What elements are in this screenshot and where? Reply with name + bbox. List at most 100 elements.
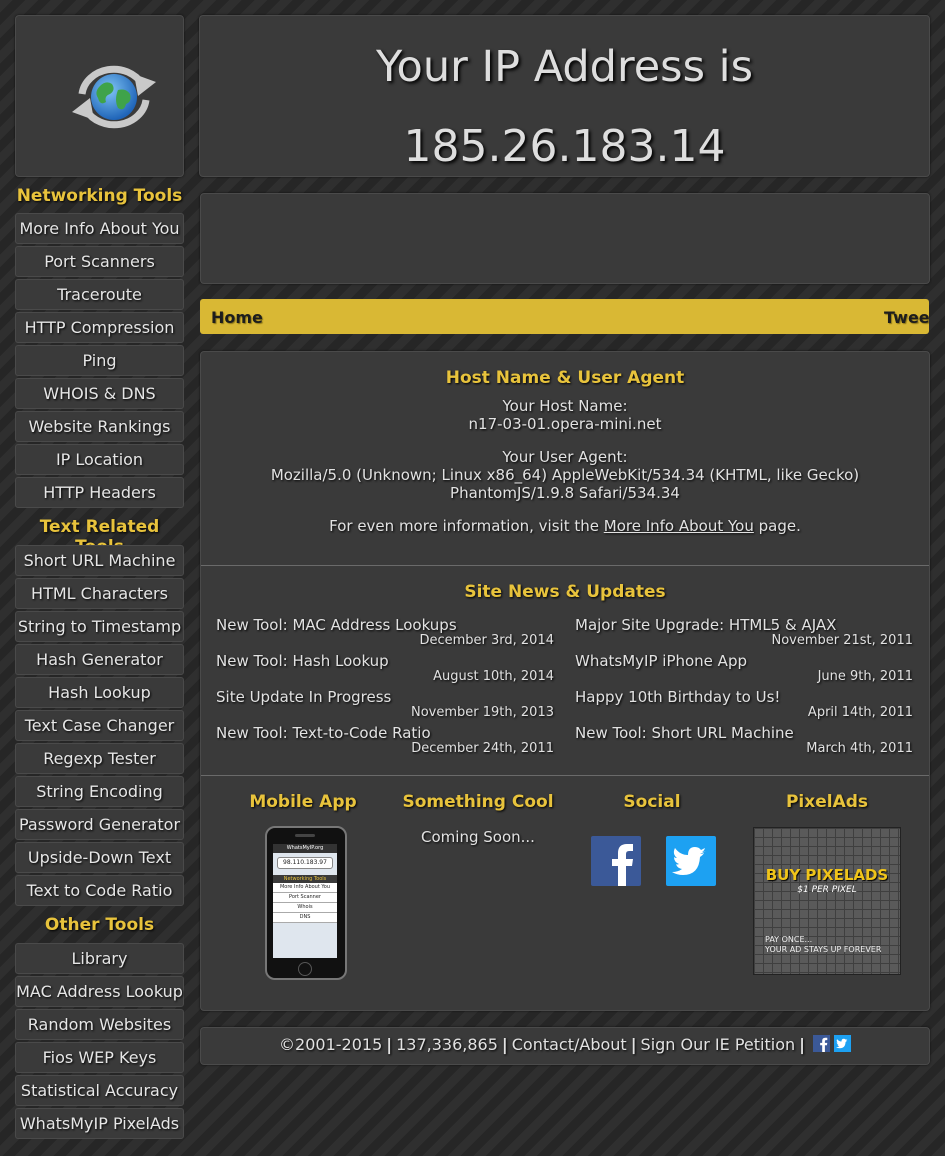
- ie-petition-link[interactable]: Sign Our IE Petition: [641, 1035, 796, 1054]
- more-info-prefix: For even more information, visit the: [329, 517, 599, 535]
- sidebar-item-hash-generator[interactable]: Hash Generator: [15, 644, 184, 675]
- pixelads-banner[interactable]: BUY PIXELADS $1 PER PIXEL PAY ONCE... YO…: [753, 827, 901, 975]
- sidebar-item-short-url-machine[interactable]: Short URL Machine: [15, 545, 184, 576]
- phone-screen-item: More Info About You: [273, 883, 337, 893]
- news-item-title[interactable]: New Tool: Short URL Machine: [575, 724, 794, 742]
- coming-soon-text: Coming Soon...: [421, 828, 535, 846]
- sidebar-item-fios-wep-keys[interactable]: Fios WEP Keys: [15, 1042, 184, 1073]
- sidebar-item-statistical-accuracy[interactable]: Statistical Accuracy: [15, 1075, 184, 1106]
- news-item-title[interactable]: Major Site Upgrade: HTML5 & AJAX: [575, 616, 836, 634]
- separator: |: [799, 1035, 805, 1054]
- sidebar-item-port-scanners[interactable]: Port Scanners: [15, 246, 184, 277]
- visit-counter: 137,336,865: [396, 1035, 498, 1054]
- sidebar-item-traceroute[interactable]: Traceroute: [15, 279, 184, 310]
- sidebar-item-mac-address-lookup[interactable]: MAC Address Lookup: [15, 976, 184, 1007]
- phone-screen-title: WhatsMyIP.org: [273, 844, 337, 853]
- news-section-title: Site News & Updates: [464, 582, 666, 602]
- nav-bar: Home Tweet: [200, 299, 929, 334]
- footer: ©2001-2015 | 137,336,865 | Contact/About | Sig…: [200, 1027, 930, 1065]
- ip-address: 185.26.183.14: [403, 121, 726, 172]
- phone-screen-item: Port Scanner: [273, 893, 337, 903]
- user-agent-label: Your User Agent:: [502, 448, 628, 466]
- phone-screen-item: Whois: [273, 903, 337, 913]
- copyright: ©2001-2015: [279, 1035, 383, 1054]
- news-item-date: March 4th, 2011: [806, 741, 913, 756]
- divider: [201, 775, 929, 776]
- tweet-link[interactable]: Tweet: [884, 308, 929, 327]
- twitter-icon[interactable]: [833, 1035, 851, 1052]
- sidebar-item-random-websites[interactable]: Random Websites: [15, 1009, 184, 1040]
- sidebar-item-ip-location[interactable]: IP Location: [15, 444, 184, 475]
- separator: |: [386, 1035, 393, 1054]
- divider: [201, 565, 929, 566]
- iphone-app-image[interactable]: WhatsMyIP.org 98.110.183.97 Networking T…: [265, 826, 347, 980]
- sidebar-item-upside-down-text[interactable]: Upside-Down Text: [15, 842, 184, 873]
- news-item-title[interactable]: Site Update In Progress: [216, 688, 391, 706]
- news-item-date: June 9th, 2011: [817, 669, 913, 684]
- news-item-date: December 3rd, 2014: [419, 633, 554, 648]
- user-agent-line-1: Mozilla/5.0 (Unknown; Linux x86_64) Appl…: [270, 466, 860, 484]
- footer-row: ©2001-2015 | 137,336,865 | Contact/About | Sig…: [201, 1035, 929, 1054]
- phone-screen-item: DNS: [273, 913, 337, 923]
- more-info-suffix: page.: [758, 517, 801, 535]
- news-item-title[interactable]: Happy 10th Birthday to Us!: [575, 688, 780, 706]
- sidebar-item-ping[interactable]: Ping: [15, 345, 184, 376]
- sidebar-item-password-generator[interactable]: Password Generator: [15, 809, 184, 840]
- pixelads-headline: BUY PIXELADS: [765, 866, 889, 884]
- sidebar-item-website-rankings[interactable]: Website Rankings: [15, 411, 184, 442]
- pixelads-title: PixelAds: [785, 792, 869, 812]
- ad-banner: [200, 193, 930, 284]
- separator: |: [630, 1035, 637, 1054]
- facebook-icon[interactable]: [812, 1035, 830, 1052]
- sidebar-item-whatsmyip-pixelads[interactable]: WhatsMyIP PixelAds: [15, 1108, 184, 1139]
- sidebar-item-more-info-about-you[interactable]: More Info About You: [15, 213, 184, 244]
- host-name-label: Your Host Name:: [502, 397, 628, 415]
- sidebar-item-whois-dns[interactable]: WHOIS & DNS: [15, 378, 184, 409]
- sidebar-item-regexp-tester[interactable]: Regexp Tester: [15, 743, 184, 774]
- social-title: Social: [623, 792, 681, 812]
- news-item-title[interactable]: WhatsMyIP iPhone App: [575, 652, 747, 670]
- sidebar-item-string-encoding[interactable]: String Encoding: [15, 776, 184, 807]
- news-item-date: November 19th, 2013: [411, 705, 554, 720]
- sidebar-item-http-headers[interactable]: HTTP Headers: [15, 477, 184, 508]
- news-item-date: December 24th, 2011: [411, 741, 554, 756]
- news-item-title[interactable]: New Tool: Text-to-Code Ratio: [216, 724, 431, 742]
- separator: |: [501, 1035, 508, 1054]
- more-info-sentence: For even more information, visit the Mor…: [201, 517, 929, 535]
- phone-screen-heading: Networking Tools: [273, 875, 337, 883]
- something-cool-title: Something Cool: [402, 792, 554, 812]
- sidebar-item-string-to-timestamp[interactable]: String to Timestamp: [15, 611, 184, 642]
- sidebar-item-html-characters[interactable]: HTML Characters: [15, 578, 184, 609]
- globe-refresh-icon[interactable]: [64, 64, 164, 130]
- phone-screen-list: More Info About You Port Scanner Whois DNS: [273, 883, 337, 923]
- logo-box: [15, 15, 184, 177]
- pixelads-line-2: YOUR AD STAYS UP FOREVER: [765, 945, 882, 954]
- news-item-date: April 14th, 2011: [807, 705, 913, 720]
- phone-screen-ip: 98.110.183.97: [277, 857, 333, 869]
- news-item-date: August 10th, 2014: [433, 669, 554, 684]
- more-info-link[interactable]: More Info About You: [604, 517, 754, 535]
- contact-link[interactable]: Contact/About: [512, 1035, 627, 1054]
- sidebar-item-library[interactable]: Library: [15, 943, 184, 974]
- nav-home-link[interactable]: Home: [211, 308, 263, 327]
- user-agent-line-2: PhantomJS/1.9.8 Safari/534.34: [450, 484, 680, 502]
- sidebar-item-text-to-code-ratio[interactable]: Text to Code Ratio: [15, 875, 184, 906]
- ip-header: Your IP Address is 185.26.183.14: [199, 15, 930, 177]
- news-item-title[interactable]: New Tool: Hash Lookup: [216, 652, 389, 670]
- news-item-date: November 21st, 2011: [771, 633, 913, 648]
- pixelads-subtitle: $1 PER PIXEL: [797, 885, 857, 895]
- facebook-icon[interactable]: [591, 836, 641, 886]
- news-item-title[interactable]: New Tool: MAC Address Lookups: [216, 616, 457, 634]
- sidebar-item-text-case-changer[interactable]: Text Case Changer: [15, 710, 184, 741]
- sidebar-item-hash-lookup[interactable]: Hash Lookup: [15, 677, 184, 708]
- mobile-app-title: Mobile App: [249, 792, 357, 812]
- sidebar-item-http-compression[interactable]: HTTP Compression: [15, 312, 184, 343]
- sidebar-heading: Other Tools: [44, 915, 155, 935]
- host-section-title: Host Name & User Agent: [445, 368, 685, 388]
- main-content: Host Name & User Agent Your Host Name: n…: [200, 351, 930, 1011]
- pixelads-line-1: PAY ONCE...: [765, 935, 813, 944]
- twitter-icon[interactable]: [666, 836, 716, 886]
- host-name-value: n17-03-01.opera-mini.net: [468, 415, 662, 433]
- sidebar-heading: Networking Tools: [16, 186, 183, 206]
- ip-title: Your IP Address is: [375, 42, 753, 92]
